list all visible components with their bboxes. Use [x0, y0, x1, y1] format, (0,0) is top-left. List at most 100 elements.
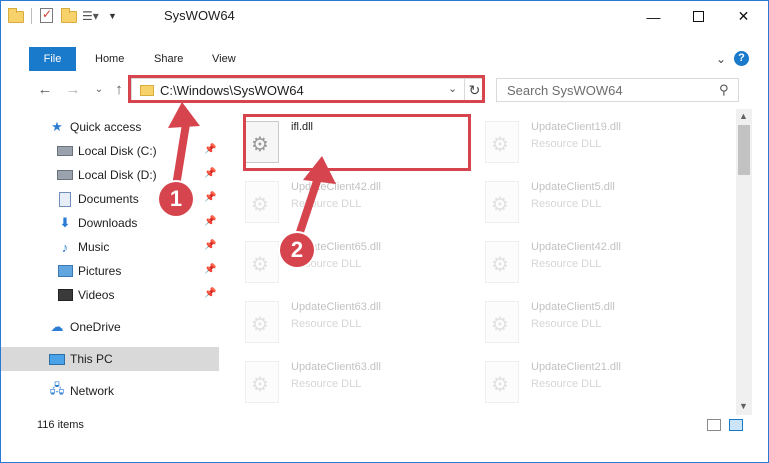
search-placeholder: Search SysWOW64: [507, 83, 623, 98]
sidebar-item-quick-access[interactable]: ★ Quick access: [1, 115, 219, 139]
sidebar-item-pictures[interactable]: Pictures 📌: [1, 259, 219, 283]
file-highlight-box: [243, 114, 471, 171]
sidebar-item-label: Videos: [78, 288, 115, 302]
sidebar-item-videos[interactable]: Videos 📌: [1, 283, 219, 307]
minimize-button[interactable]: —: [631, 1, 676, 32]
computer-icon: [49, 351, 65, 367]
pin-icon[interactable]: 📌: [204, 240, 216, 251]
tab-home[interactable]: Home: [95, 47, 124, 71]
sidebar-item-music[interactable]: ♪ Music 📌: [1, 235, 219, 259]
pin-icon[interactable]: 📌: [204, 288, 216, 299]
file-item[interactable]: UpdateClient63.dll Resource DLL: [231, 353, 451, 409]
pin-icon[interactable]: 📌: [204, 144, 216, 155]
sidebar-item-label: Music: [78, 240, 110, 254]
dll-file-icon: [245, 241, 279, 283]
back-arrow-icon[interactable]: ←: [35, 78, 55, 102]
dll-file-icon: [485, 241, 519, 283]
quick-access-toolbar: ☰▾ ▼: [7, 7, 117, 25]
file-name: UpdateClient5.dll: [531, 181, 615, 193]
videos-icon: [57, 287, 73, 303]
window-title: SysWOW64: [164, 8, 235, 23]
recent-locations-icon[interactable]: ⌄: [89, 78, 109, 102]
pin-icon[interactable]: 📌: [204, 264, 216, 275]
folder-icon[interactable]: [7, 7, 25, 25]
scrollbar-thumb[interactable]: [738, 125, 750, 175]
sidebar-item-onedrive[interactable]: ☁ OneDrive: [1, 315, 219, 339]
dll-file-icon: [245, 301, 279, 343]
file-name: UpdateClient42.dll: [531, 241, 621, 253]
file-type: Resource DLL: [291, 378, 362, 390]
file-type: Resource DLL: [531, 138, 602, 150]
sidebar-item-label: This PC: [70, 352, 113, 366]
file-item[interactable]: UpdateClient19.dll Resource DLL: [471, 113, 691, 169]
dll-file-icon: [485, 121, 519, 163]
new-folder-icon[interactable]: [60, 7, 78, 25]
chevron-down-icon[interactable]: ▼: [108, 11, 117, 21]
file-name: UpdateClient19.dll: [531, 121, 621, 133]
title-bar: ☰▾ ▼ SysWOW64 — ✕: [1, 1, 768, 32]
file-item[interactable]: UpdateClient65.dll Resource DLL: [231, 233, 451, 289]
tab-share[interactable]: Share: [154, 47, 183, 71]
file-name: UpdateClient63.dll: [291, 301, 381, 313]
sidebar-item-downloads[interactable]: ⬇ Downloads 📌: [1, 211, 219, 235]
sidebar-item-this-pc[interactable]: This PC: [1, 347, 219, 371]
ribbon-tabs: File Home Share View ⌄ ?: [1, 47, 768, 71]
search-input[interactable]: Search SysWOW64 ⚲: [496, 78, 739, 102]
pin-icon[interactable]: 📌: [204, 168, 216, 179]
file-item[interactable]: UpdateClient21.dll Resource DLL: [471, 353, 691, 409]
search-icon[interactable]: ⚲: [719, 82, 729, 98]
maximize-button[interactable]: [676, 1, 721, 32]
file-name: UpdateClient63.dll: [291, 361, 381, 373]
scroll-down-icon[interactable]: ▼: [739, 401, 748, 411]
sidebar-item-local-disk-d[interactable]: Local Disk (D:) 📌: [1, 163, 219, 187]
pin-icon[interactable]: 📌: [204, 216, 216, 227]
status-bar: 116 items: [1, 415, 768, 437]
sidebar-item-label: Local Disk (C:): [78, 144, 157, 158]
sidebar-item-label: Network: [70, 384, 115, 398]
file-type: Resource DLL: [291, 318, 362, 330]
file-item[interactable]: UpdateClient63.dll Resource DLL: [231, 293, 451, 349]
file-name: UpdateClient5.dll: [531, 301, 615, 313]
sidebar-item-label: Local Disk (D:): [78, 168, 157, 182]
expand-ribbon-icon[interactable]: ⌄: [716, 52, 726, 66]
disk-icon: [57, 143, 73, 159]
file-type: Resource DLL: [531, 258, 602, 270]
navigation-pane: ★ Quick access Local Disk (C:) 📌 Local D…: [1, 113, 219, 408]
dll-file-icon: [485, 361, 519, 403]
address-highlight-box: [128, 75, 485, 103]
vertical-scrollbar[interactable]: ▲ ▼: [736, 109, 752, 415]
music-icon: ♪: [61, 239, 69, 255]
file-item[interactable]: UpdateClient5.dll Resource DLL: [471, 173, 691, 229]
file-item[interactable]: UpdateClient5.dll Resource DLL: [471, 293, 691, 349]
tab-file[interactable]: File: [29, 47, 76, 71]
pin-icon[interactable]: 📌: [204, 192, 216, 203]
large-icons-view-icon[interactable]: [729, 419, 743, 431]
help-icon[interactable]: ?: [734, 51, 749, 66]
network-icon: 🖧: [49, 381, 65, 396]
disk-icon: [57, 167, 73, 183]
file-explorer-window: ☰▾ ▼ SysWOW64 — ✕ File Home Share View ⌄…: [0, 0, 769, 463]
dll-file-icon: [245, 361, 279, 403]
close-button[interactable]: ✕: [721, 1, 766, 32]
details-view-icon[interactable]: [707, 419, 721, 431]
step-1-badge: 1: [159, 182, 193, 216]
file-type: Resource DLL: [291, 198, 362, 210]
download-icon: ⬇: [59, 215, 71, 230]
sidebar-item-label: Downloads: [78, 216, 138, 230]
forward-arrow-icon[interactable]: →: [63, 78, 83, 102]
properties-icon[interactable]: [38, 7, 56, 25]
customize-toolbar-icon[interactable]: ☰▾: [82, 7, 104, 25]
tab-view[interactable]: View: [212, 47, 236, 71]
star-icon: ★: [51, 119, 63, 134]
sidebar-item-label: OneDrive: [70, 320, 121, 334]
sidebar-item-network[interactable]: 🖧 Network: [1, 379, 219, 403]
sidebar-item-local-disk-c[interactable]: Local Disk (C:) 📌: [1, 139, 219, 163]
file-name: UpdateClient21.dll: [531, 361, 621, 373]
dll-file-icon: [245, 181, 279, 223]
file-type: Resource DLL: [531, 198, 602, 210]
up-arrow-icon[interactable]: ↑: [109, 78, 129, 102]
scroll-up-icon[interactable]: ▲: [739, 111, 748, 121]
file-item[interactable]: UpdateClient42.dll Resource DLL: [231, 173, 451, 229]
file-item[interactable]: UpdateClient42.dll Resource DLL: [471, 233, 691, 289]
cloud-icon: ☁: [50, 319, 64, 334]
